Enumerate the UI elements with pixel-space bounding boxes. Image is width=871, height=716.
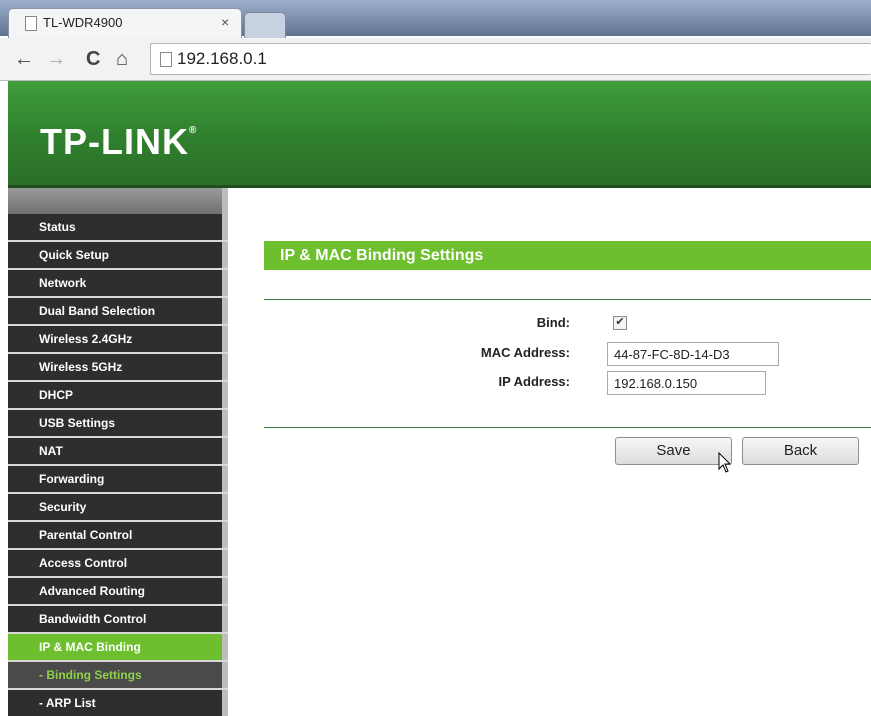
browser-tab-bar: TL-WDR4900 × xyxy=(0,0,871,39)
sidebar-item-advanced-routing[interactable]: Advanced Routing xyxy=(8,578,228,604)
forward-arrow-icon[interactable]: → xyxy=(46,48,66,71)
sidebar-item-dhcp[interactable]: DHCP xyxy=(8,382,228,408)
sidebar-item-wireless-5[interactable]: Wireless 5GHz xyxy=(8,354,228,380)
back-button[interactable]: Back xyxy=(742,437,859,465)
ip-address-label: IP Address: xyxy=(498,374,570,389)
router-header: TP-LINK® xyxy=(8,81,871,188)
reload-icon[interactable]: C xyxy=(86,48,100,71)
sidebar-item-status[interactable]: Status xyxy=(8,214,228,240)
sidebar-item-access-control[interactable]: Access Control xyxy=(8,550,228,576)
sidebar-top xyxy=(8,188,228,214)
bind-label: Bind: xyxy=(536,315,570,330)
sidebar-item-forwarding[interactable]: Forwarding xyxy=(8,466,228,492)
sidebar-item-security[interactable]: Security xyxy=(8,494,228,520)
close-tab-icon[interactable]: × xyxy=(221,14,229,30)
page-icon xyxy=(25,16,37,31)
sidebar-subitem-binding-settings[interactable]: - Binding Settings xyxy=(8,662,228,688)
back-arrow-icon[interactable]: ← xyxy=(14,48,34,71)
sidebar-item-wireless-24[interactable]: Wireless 2.4GHz xyxy=(8,326,228,352)
divider-top xyxy=(264,299,871,300)
save-button[interactable]: Save xyxy=(615,437,732,465)
sidebar-item-bandwidth-control[interactable]: Bandwidth Control xyxy=(8,606,228,632)
address-bar[interactable]: 192.168.0.1 xyxy=(150,43,871,75)
ip-address-input[interactable]: 192.168.0.150 xyxy=(607,371,766,395)
mac-address-label: MAC Address: xyxy=(480,345,570,360)
bind-checkbox[interactable]: ✔ xyxy=(613,316,627,330)
sidebar-item-dual-band[interactable]: Dual Band Selection xyxy=(8,298,228,324)
sidebar: Status Quick Setup Network Dual Band Sel… xyxy=(8,188,228,716)
browser-toolbar: ← → C ⌂ 192.168.0.1 xyxy=(0,38,871,81)
page-title: IP & MAC Binding Settings xyxy=(264,241,871,270)
new-tab-button[interactable] xyxy=(244,12,286,39)
sidebar-item-quick-setup[interactable]: Quick Setup xyxy=(8,242,228,268)
sidebar-item-usb[interactable]: USB Settings xyxy=(8,410,228,436)
browser-tab[interactable]: TL-WDR4900 × xyxy=(8,8,242,39)
tp-link-logo: TP-LINK® xyxy=(40,121,197,163)
logo-registered-mark: ® xyxy=(188,125,198,136)
divider-bottom xyxy=(264,427,871,428)
sidebar-menu: Status Quick Setup Network Dual Band Sel… xyxy=(8,214,228,716)
sidebar-item-network[interactable]: Network xyxy=(8,270,228,296)
sidebar-item-ip-mac-binding[interactable]: IP & MAC Binding xyxy=(8,634,228,660)
sidebar-item-nat[interactable]: NAT xyxy=(8,438,228,464)
logo-text: TP-LINK xyxy=(40,121,189,162)
page-icon xyxy=(160,52,172,67)
sidebar-subitem-arp-list[interactable]: - ARP List xyxy=(8,690,228,716)
sidebar-item-parental-control[interactable]: Parental Control xyxy=(8,522,228,548)
home-icon[interactable]: ⌂ xyxy=(116,48,128,71)
tab-title: TL-WDR4900 xyxy=(43,15,123,30)
mac-address-input[interactable]: 44-87-FC-8D-14-D3 xyxy=(607,342,779,366)
url-text: 192.168.0.1 xyxy=(177,49,267,68)
mouse-pointer-icon xyxy=(718,451,732,480)
